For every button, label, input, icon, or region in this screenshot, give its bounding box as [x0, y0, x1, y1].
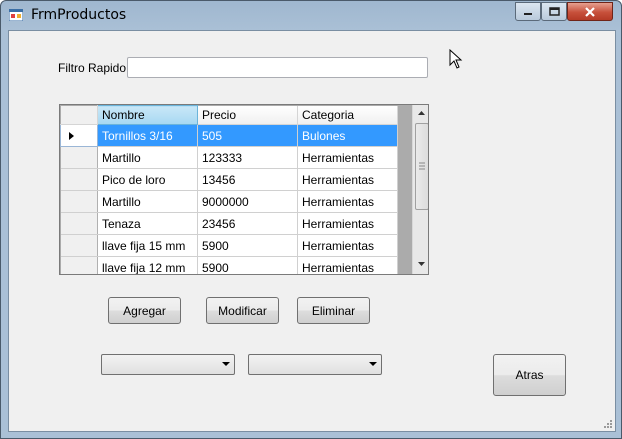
window-title: FrmProductos	[31, 7, 127, 23]
back-button[interactable]: Atras	[493, 354, 566, 396]
cell-nombre[interactable]: llave fija 12 mm	[97, 256, 198, 274]
cell-categoria[interactable]: Bulones	[297, 124, 398, 147]
row-header[interactable]	[60, 146, 98, 169]
maximize-icon	[548, 7, 560, 16]
minimize-icon	[524, 12, 532, 15]
edit-button[interactable]: Modificar	[206, 297, 279, 324]
form-icon	[9, 9, 23, 21]
cell-categoria[interactable]: Herramientas	[297, 256, 398, 274]
row-header[interactable]	[60, 256, 98, 274]
grid-corner	[60, 105, 98, 125]
cell-nombre[interactable]: Pico de loro	[97, 168, 198, 191]
cell-precio[interactable]: 5900	[197, 234, 298, 257]
row-header[interactable]	[60, 124, 98, 147]
chevron-down-icon[interactable]	[222, 362, 230, 366]
cell-nombre[interactable]: Tornillos 3/16	[97, 124, 198, 147]
close-icon	[585, 6, 595, 17]
row-header[interactable]	[60, 234, 98, 257]
grid-vertical-scrollbar[interactable]	[412, 105, 429, 274]
table-row[interactable]: Martillo 123333 Herramientas	[60, 146, 398, 169]
chevron-down-icon[interactable]	[369, 362, 377, 366]
cell-nombre[interactable]: Tenaza	[97, 212, 198, 235]
grid-header-row: Nombre Precio Categoria	[60, 105, 398, 125]
cell-categoria[interactable]: Herramientas	[297, 234, 398, 257]
cell-nombre[interactable]: Martillo	[97, 146, 198, 169]
row-header[interactable]	[60, 212, 98, 235]
row-header[interactable]	[60, 168, 98, 191]
filter-combo[interactable]	[248, 354, 382, 375]
table-row[interactable]: Martillo 9000000 Herramientas	[60, 190, 398, 213]
minimize-button[interactable]	[515, 2, 541, 21]
category-combo[interactable]	[101, 354, 235, 375]
add-button[interactable]: Agregar	[108, 297, 181, 324]
cell-precio[interactable]: 9000000	[197, 190, 298, 213]
table-row[interactable]: llave fija 15 mm 5900 Herramientas	[60, 234, 398, 257]
row-header[interactable]	[60, 190, 98, 213]
scroll-up-arrow-icon[interactable]	[413, 106, 429, 120]
filter-input[interactable]	[127, 57, 428, 78]
title-bar[interactable]: FrmProductos	[1, 1, 621, 30]
cell-precio[interactable]: 23456	[197, 212, 298, 235]
column-header-categoria[interactable]: Categoria	[297, 105, 398, 125]
cell-categoria[interactable]: Herramientas	[297, 190, 398, 213]
cell-nombre[interactable]: Martillo	[97, 190, 198, 213]
current-row-arrow-icon	[69, 131, 74, 140]
main-window: FrmProductos Filtro Rapido Nombre Precio…	[0, 0, 622, 439]
cell-categoria[interactable]: Herramientas	[297, 168, 398, 191]
column-header-precio[interactable]: Precio	[197, 105, 298, 125]
table-row[interactable]: Tenaza 23456 Herramientas	[60, 212, 398, 235]
products-grid[interactable]: Nombre Precio Categoria Tornillos 3/16 5…	[59, 104, 429, 275]
table-row[interactable]: Tornillos 3/16 505 Bulones	[60, 124, 398, 147]
table-row[interactable]: Pico de loro 13456 Herramientas	[60, 168, 398, 191]
cell-precio[interactable]: 123333	[197, 146, 298, 169]
close-button[interactable]	[567, 2, 613, 21]
cell-precio[interactable]: 505	[197, 124, 298, 147]
cell-nombre[interactable]: llave fija 15 mm	[97, 234, 198, 257]
filter-label: Filtro Rapido	[58, 61, 127, 75]
grip-lines-icon	[419, 162, 425, 170]
cell-precio[interactable]: 5900	[197, 256, 298, 274]
scroll-down-arrow-icon[interactable]	[413, 257, 429, 271]
cell-precio[interactable]: 13456	[197, 168, 298, 191]
mouse-cursor-icon	[449, 49, 463, 69]
form-client-area: Filtro Rapido Nombre Precio Categoria To…	[8, 30, 616, 432]
scrollbar-thumb[interactable]	[415, 123, 428, 210]
cell-categoria[interactable]: Herramientas	[297, 146, 398, 169]
table-row[interactable]: llave fija 12 mm 5900 Herramientas	[60, 256, 398, 274]
maximize-button[interactable]	[541, 2, 567, 21]
resize-grip-icon[interactable]	[603, 419, 613, 429]
cell-categoria[interactable]: Herramientas	[297, 212, 398, 235]
delete-button[interactable]: Eliminar	[297, 297, 370, 324]
column-header-nombre[interactable]: Nombre	[97, 105, 198, 125]
